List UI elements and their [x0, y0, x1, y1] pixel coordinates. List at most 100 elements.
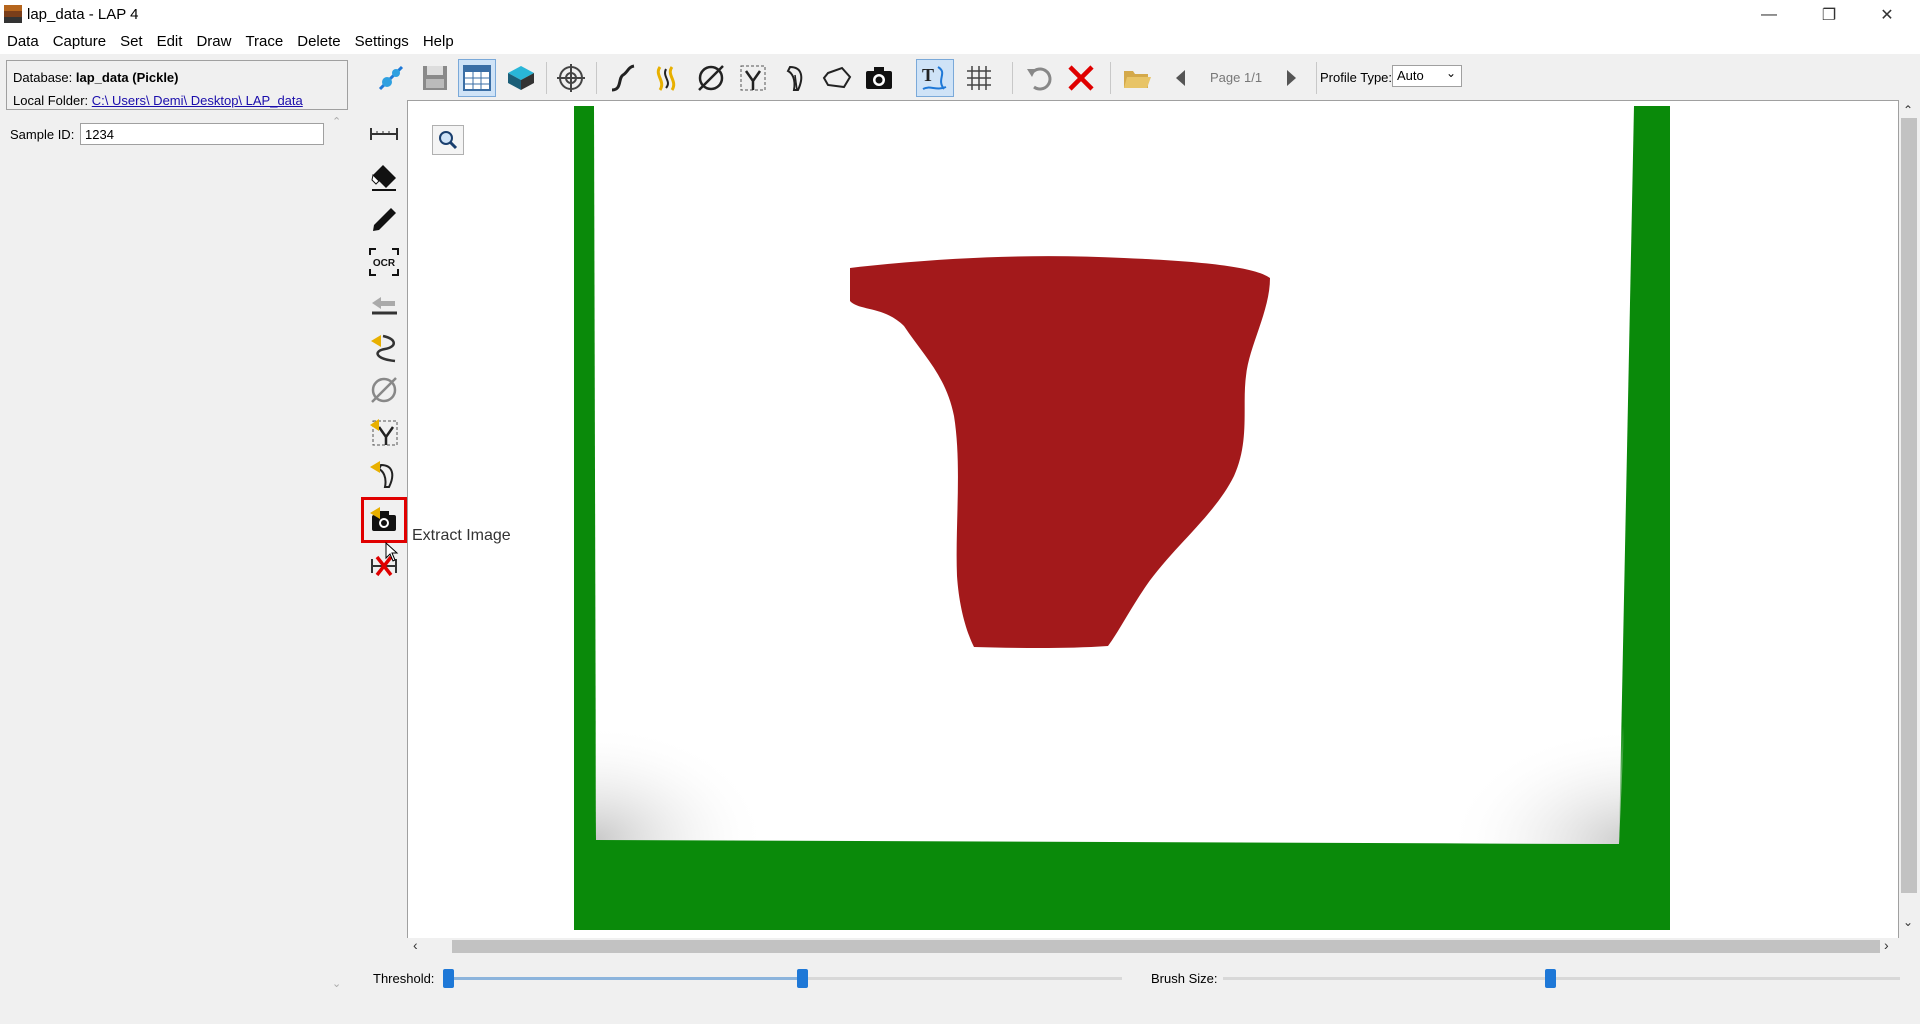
profile-type-select[interactable]: Auto ⌄ — [1392, 65, 1462, 87]
eraser-button[interactable] — [364, 158, 404, 196]
pencil-icon — [373, 208, 396, 231]
profile-type-value: Auto — [1397, 68, 1424, 83]
menu-draw[interactable]: Draw — [189, 30, 238, 54]
curve-button[interactable] — [604, 59, 642, 97]
threshold-min-handle[interactable] — [443, 969, 454, 988]
nib-button[interactable] — [776, 59, 814, 97]
menu-set[interactable]: Set — [113, 30, 150, 54]
menu-trace[interactable]: Trace — [238, 30, 290, 54]
extract-image-button[interactable] — [361, 497, 407, 543]
text-trace-icon: T — [922, 65, 947, 90]
menu-data[interactable]: Data — [0, 30, 46, 54]
ocr-icon: OCR — [369, 248, 399, 276]
vertical-scroll-thumb[interactable] — [1901, 118, 1917, 893]
pencil-button[interactable] — [364, 201, 404, 239]
delete-line-button[interactable] — [364, 287, 404, 325]
menu-edit[interactable]: Edit — [150, 30, 190, 54]
folder-link[interactable]: C:\ Users\ Demi\ Desktop\ LAP_data — [92, 93, 303, 108]
select-button[interactable] — [734, 59, 772, 97]
svg-text:T: T — [922, 65, 934, 85]
connect-button[interactable] — [372, 59, 410, 97]
sample-id-label: Sample ID: — [10, 127, 75, 142]
left-panel-scrollbar[interactable]: ⌃ ⌄ — [330, 115, 346, 995]
scroll-left-arrow-icon[interactable]: ‹ — [413, 937, 418, 953]
shape-button[interactable] — [818, 59, 856, 97]
toolbar-separator — [1110, 62, 1111, 94]
table-icon — [463, 65, 491, 91]
threshold-label: Threshold: — [373, 971, 435, 986]
trace-curve-icon — [656, 66, 676, 91]
main-toolbar: T Page 1/1 Profile Type: Auto ⌄ — [350, 56, 1920, 100]
scroll-right-arrow-icon[interactable]: › — [1884, 937, 1889, 953]
restore-button[interactable]: ❐ — [1800, 0, 1858, 30]
camera-button[interactable] — [860, 59, 898, 97]
nib-icon — [786, 65, 803, 91]
menu-settings[interactable]: Settings — [348, 30, 416, 54]
grid-icon — [967, 66, 991, 90]
zoom-button[interactable] — [432, 125, 464, 155]
app-icon — [4, 5, 22, 23]
connect-icon — [378, 65, 404, 91]
next-page-button[interactable] — [1272, 59, 1310, 97]
delete-curve-button[interactable] — [364, 329, 404, 367]
delete-diameter-button[interactable] — [364, 371, 404, 409]
prev-page-button[interactable] — [1162, 59, 1200, 97]
camera-icon — [866, 67, 892, 89]
layer-icon — [508, 66, 534, 90]
select-icon — [740, 65, 766, 91]
delete-select-icon — [370, 419, 398, 446]
grid-button[interactable] — [960, 59, 998, 97]
text-trace-button[interactable]: T — [916, 59, 954, 97]
delete-button[interactable] — [1062, 59, 1100, 97]
ruler-icon — [370, 128, 398, 140]
sample-id-input[interactable] — [80, 123, 324, 145]
delete-icon — [1068, 65, 1094, 91]
target-button[interactable] — [552, 59, 590, 97]
chevron-down-icon: ⌄ — [1445, 66, 1456, 80]
table-button[interactable] — [458, 59, 496, 97]
undo-button[interactable] — [1020, 59, 1058, 97]
trace-curve-button[interactable] — [648, 59, 686, 97]
mouse-cursor-icon — [385, 542, 399, 562]
delete-diameter-icon — [371, 377, 397, 403]
delete-nib-button[interactable] — [364, 455, 404, 493]
delete-nib-icon — [370, 461, 394, 488]
threshold-handle[interactable] — [797, 969, 808, 988]
menu-bar: Data Capture Set Edit Draw Trace Delete … — [0, 30, 1920, 54]
horizontal-scroll-thumb[interactable] — [452, 940, 1880, 953]
folder-icon — [1124, 71, 1151, 88]
save-button[interactable] — [416, 59, 454, 97]
svg-text:OCR: OCR — [373, 258, 396, 269]
close-button[interactable]: ✕ — [1858, 0, 1916, 30]
eraser-icon — [371, 165, 396, 191]
threshold-fill — [448, 977, 802, 980]
diameter-icon — [698, 65, 724, 91]
sherd-image — [574, 106, 1670, 930]
brush-size-track[interactable] — [1223, 977, 1900, 980]
scroll-up-arrow-icon[interactable]: ⌃ — [1903, 103, 1913, 117]
toolbar-separator — [546, 62, 547, 94]
extract-image-tooltip: Extract Image — [412, 527, 511, 544]
scroll-down-icon[interactable]: ⌄ — [332, 977, 341, 990]
scroll-down-arrow-icon[interactable]: ⌄ — [1903, 915, 1913, 929]
window-title: lap_data - LAP 4 — [27, 6, 139, 23]
delete-curve-icon — [371, 334, 396, 363]
toolbar-separator — [1012, 62, 1013, 94]
menu-capture[interactable]: Capture — [46, 30, 113, 54]
scroll-up-icon[interactable]: ⌃ — [332, 115, 341, 128]
side-toolbar: OCR — [361, 115, 407, 595]
database-name: lap_data (Pickle) — [75, 70, 179, 85]
diameter-button[interactable] — [692, 59, 730, 97]
open-folder-button[interactable] — [1118, 59, 1156, 97]
minimize-button[interactable]: — — [1740, 0, 1798, 30]
brush-size-handle[interactable] — [1545, 969, 1556, 988]
magnifier-icon — [439, 131, 458, 150]
ocr-button[interactable]: OCR — [364, 243, 404, 281]
menu-help[interactable]: Help — [416, 30, 461, 54]
extract-image-icon — [370, 507, 396, 531]
folder-label: Local Folder: — [13, 93, 89, 108]
menu-delete[interactable]: Delete — [290, 30, 347, 54]
ruler-button[interactable] — [364, 115, 404, 153]
delete-select-button[interactable] — [364, 413, 404, 451]
layer-button[interactable] — [502, 59, 540, 97]
